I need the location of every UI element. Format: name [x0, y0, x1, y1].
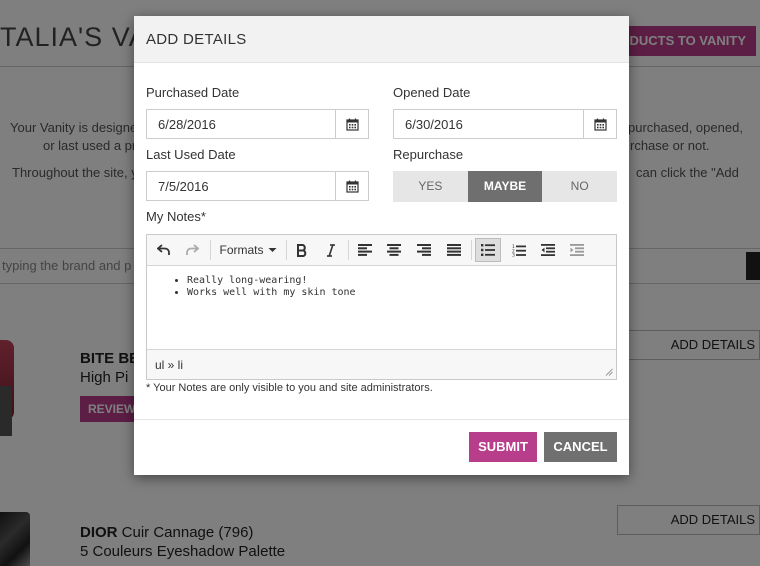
dialog-title: ADD DETAILS — [146, 31, 247, 48]
notes-visibility-hint: * Your Notes are only visible to you and… — [146, 382, 433, 394]
calendar-icon — [345, 180, 359, 193]
dialog-header: ADD DETAILS — [134, 16, 629, 63]
indent-button[interactable] — [566, 238, 588, 262]
undo-button[interactable] — [153, 238, 175, 262]
align-justify-icon — [447, 244, 461, 256]
list-item: Really long-wearing! — [187, 275, 356, 287]
align-center-button[interactable] — [383, 238, 405, 262]
italic-button[interactable] — [320, 238, 342, 262]
last-used-date-picker — [146, 171, 369, 201]
align-justify-button[interactable] — [443, 238, 465, 262]
divider — [134, 419, 629, 420]
calendar-button[interactable] — [583, 110, 616, 138]
toolbar-separator — [210, 240, 211, 260]
list-item: Works well with my skin tone — [187, 287, 356, 299]
caret-down-icon — [268, 248, 276, 252]
editor-toolbar: Formats 1 2 3 — [147, 235, 616, 266]
svg-text:3: 3 — [512, 252, 515, 256]
italic-icon — [327, 243, 335, 257]
redo-button[interactable] — [181, 238, 203, 262]
formats-label: Formats — [219, 243, 264, 257]
align-left-button[interactable] — [354, 238, 376, 262]
repurchase-toggle: YES MAYBE NO — [393, 171, 617, 202]
toolbar-separator — [286, 240, 287, 260]
opened-date-picker — [393, 109, 617, 139]
calendar-button[interactable] — [335, 172, 368, 200]
toolbar-separator — [348, 240, 349, 260]
repurchase-yes-option[interactable]: YES — [393, 171, 468, 202]
resize-handle-icon[interactable] — [605, 368, 613, 376]
add-details-dialog: ADD DETAILS Purchased Date Opened Date L… — [134, 16, 629, 475]
cancel-button[interactable]: CANCEL — [544, 432, 617, 462]
last-used-date-input[interactable] — [147, 172, 335, 200]
editor-statusbar: ul » li — [147, 349, 616, 379]
formats-dropdown[interactable]: Formats — [215, 238, 281, 262]
last-used-date-label: Last Used Date — [146, 147, 236, 162]
notes-bullet-list: Really long-wearing! Works well with my … — [187, 275, 356, 299]
calendar-icon — [345, 118, 359, 131]
opened-date-input[interactable] — [394, 110, 582, 138]
numbered-list-button[interactable]: 123 — [508, 238, 530, 262]
purchased-date-picker — [146, 109, 369, 139]
notes-editor-content[interactable]: Really long-wearing! Works well with my … — [147, 266, 616, 349]
opened-date-label: Opened Date — [393, 85, 471, 100]
bold-button[interactable] — [291, 238, 313, 262]
undo-icon — [157, 244, 170, 255]
repurchase-label: Repurchase — [393, 147, 464, 162]
numbered-list-icon: 123 — [512, 244, 526, 257]
calendar-button[interactable] — [335, 110, 368, 138]
bullet-list-button[interactable] — [475, 238, 501, 262]
purchased-date-label: Purchased Date — [146, 85, 240, 100]
submit-button[interactable]: SUBMIT — [469, 432, 537, 462]
outdent-button[interactable] — [537, 238, 559, 262]
calendar-icon — [593, 118, 607, 131]
align-center-icon — [387, 244, 401, 256]
repurchase-maybe-option[interactable]: MAYBE — [467, 171, 543, 202]
redo-icon — [186, 244, 199, 255]
align-left-icon — [358, 244, 372, 256]
align-right-button[interactable] — [413, 238, 435, 262]
notes-editor: Formats 1 2 3 • Really long-wearing! • W… — [146, 234, 617, 380]
purchased-date-input[interactable] — [147, 110, 335, 138]
indent-icon — [570, 244, 584, 256]
my-notes-label: My Notes* — [146, 209, 206, 224]
toolbar-separator — [471, 240, 472, 260]
bold-icon — [297, 243, 307, 257]
outdent-icon — [541, 244, 555, 256]
repurchase-no-option[interactable]: NO — [542, 171, 617, 202]
element-path: ul » li — [155, 358, 184, 372]
bullet-list-icon — [481, 244, 495, 256]
align-right-icon — [417, 244, 431, 256]
